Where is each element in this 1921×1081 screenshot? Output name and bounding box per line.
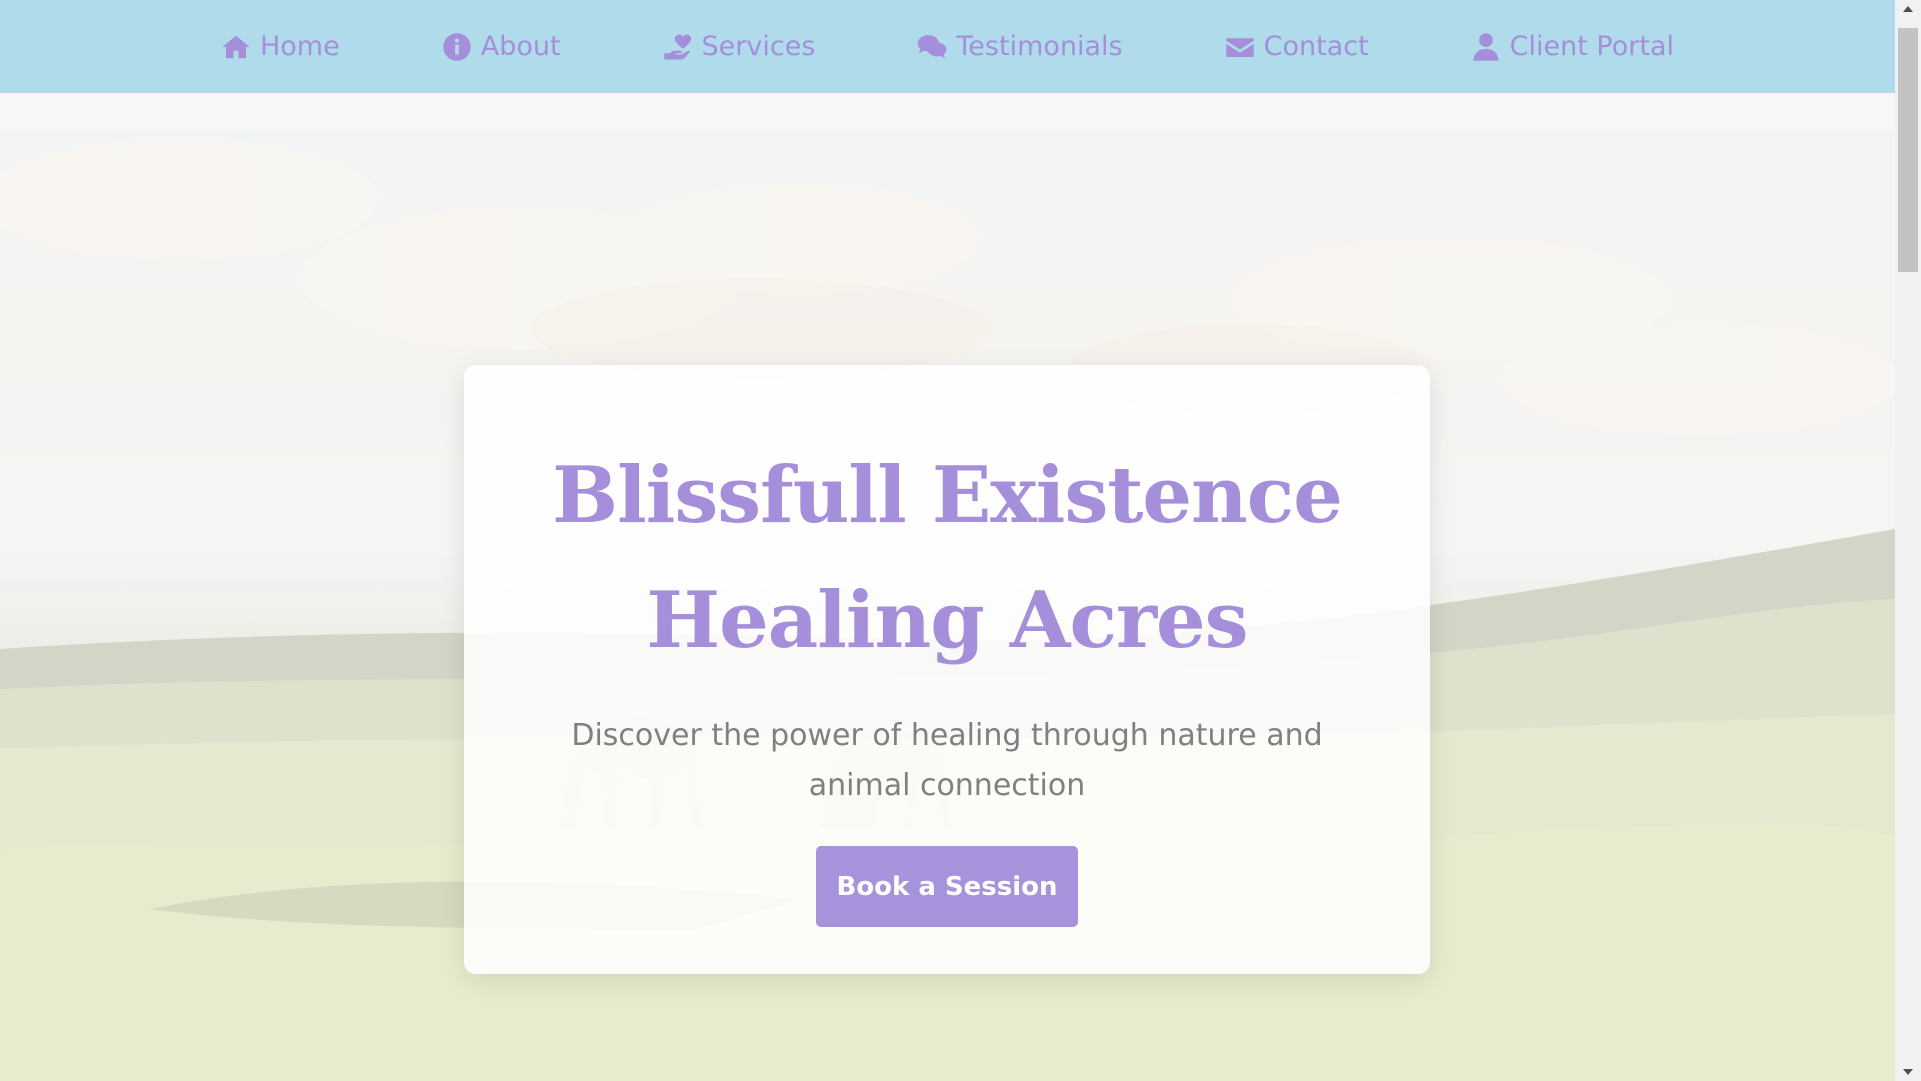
hand-holding-heart-icon (663, 34, 691, 59)
nav-label-home: Home (259, 31, 340, 62)
scrollbar-thumb[interactable] (1898, 28, 1918, 272)
nav-label-contact: Contact (1263, 31, 1369, 62)
home-icon (222, 35, 250, 58)
header-spacer-strip (0, 93, 1895, 129)
hero-title-line-2: Healing Acres (646, 575, 1248, 666)
envelope-icon (1225, 37, 1254, 57)
nav-label-client-portal: Client Portal (1509, 31, 1674, 62)
vertical-scrollbar[interactable] (1895, 0, 1921, 1081)
hero-card: Blissfull Existence Healing Acres Discov… (464, 365, 1430, 974)
nav-item-services[interactable]: Services (663, 31, 816, 62)
nav-item-client-portal[interactable]: Client Portal (1471, 31, 1674, 62)
nav-label-about: About (480, 31, 561, 62)
hero-title-line-1: Blissfull Existence (552, 450, 1343, 541)
page: Home About Services Testimonials Contact… (0, 0, 1921, 1081)
info-icon (442, 32, 471, 61)
hero-title: Blissfull Existence Healing Acres (464, 433, 1430, 683)
nav-item-home[interactable]: Home (221, 31, 340, 62)
nav-item-about[interactable]: About (442, 31, 561, 62)
hero-subtitle: Discover the power of healing through na… (571, 718, 1323, 803)
nav-label-testimonials: Testimonials (956, 31, 1123, 62)
comments-icon (918, 34, 947, 58)
book-session-button[interactable]: Book a Session (816, 846, 1078, 927)
scroll-down-arrow-icon[interactable] (1895, 1063, 1921, 1081)
nav-item-contact[interactable]: Contact (1225, 31, 1369, 62)
nav-item-testimonials[interactable]: Testimonials (917, 31, 1123, 62)
hero-section: Blissfull Existence Healing Acres Discov… (0, 129, 1895, 1081)
user-icon (1473, 32, 1499, 61)
nav-label-services: Services (701, 31, 816, 62)
scroll-up-arrow-icon[interactable] (1895, 0, 1921, 18)
top-navigation: Home About Services Testimonials Contact… (0, 0, 1895, 93)
